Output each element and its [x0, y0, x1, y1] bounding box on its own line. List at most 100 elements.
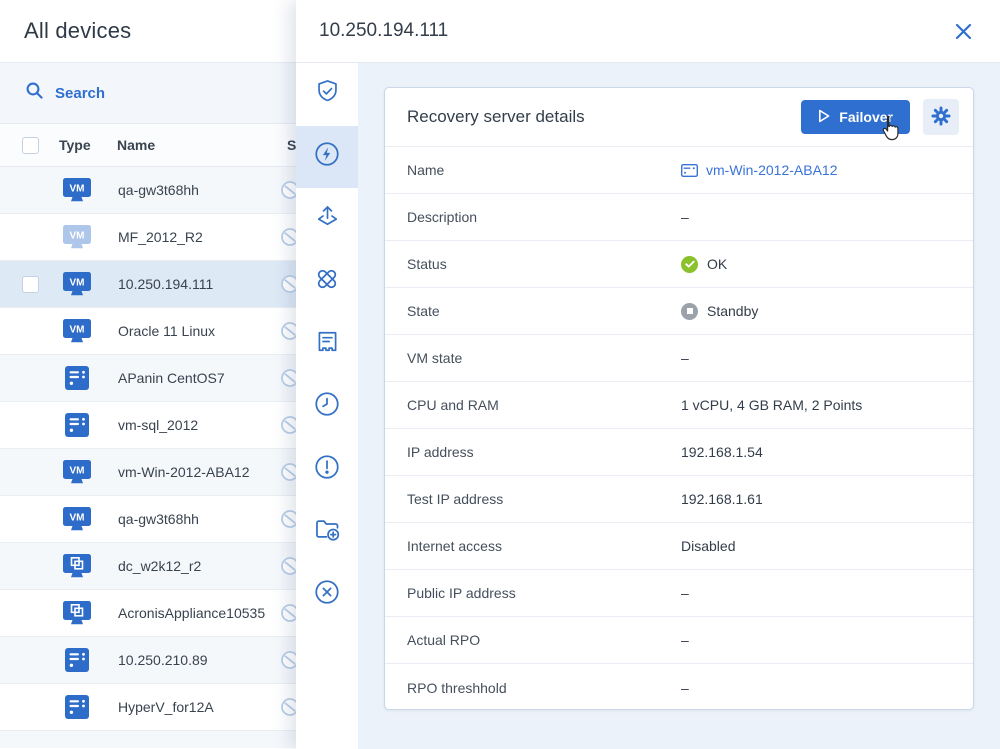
settings-button[interactable]: [923, 99, 959, 135]
field-label: Status: [407, 256, 447, 272]
field-label: Description: [407, 209, 478, 225]
rail-item-crossed-capsules[interactable]: [296, 251, 358, 314]
device-name: HyperV_for12A: [118, 699, 214, 715]
shield-check-icon: [314, 78, 341, 110]
appliance-icon: [60, 553, 94, 579]
field-value: –: [681, 632, 689, 648]
rail-item-alert[interactable]: [296, 438, 358, 501]
vm-icon: VM: [60, 506, 94, 532]
server-icon: [60, 412, 94, 438]
field-value: –: [681, 209, 689, 225]
field-value: –: [681, 679, 689, 696]
field-label: Internet access: [407, 538, 502, 554]
field-rows: Name vm-Win-2012-ABA12 Description – Status O…: [385, 147, 973, 709]
svg-text:VM: VM: [70, 325, 85, 336]
failover-button[interactable]: Failover: [801, 100, 910, 134]
field-value: –: [681, 350, 689, 366]
play-icon: [818, 109, 830, 126]
vm-icon: VM: [60, 318, 94, 344]
status-value: OK: [681, 255, 727, 273]
svg-text:VM: VM: [70, 466, 85, 477]
field-label: Name: [407, 162, 445, 178]
field-row: IP address 192.168.1.54: [385, 429, 973, 476]
rail-item-delete[interactable]: [296, 563, 358, 626]
lightning-icon: [313, 140, 341, 173]
rail-item-recovery[interactable]: [296, 188, 358, 251]
rail-item-lightning[interactable]: [296, 125, 358, 188]
field-row: State Standby: [385, 288, 973, 335]
device-name: Oracle 11 Linux: [118, 323, 216, 339]
field-row: Test IP address 192.168.1.61: [385, 476, 973, 523]
svg-text:VM: VM: [70, 184, 85, 195]
field-label: RPO threshhold: [407, 679, 507, 696]
svg-text:VM: VM: [70, 231, 85, 242]
field-row: Actual RPO –: [385, 617, 973, 664]
server-icon: [60, 647, 94, 673]
field-value: 1 vCPU, 4 GB RAM, 2 Points: [681, 397, 863, 413]
action-rail: [296, 63, 358, 749]
clock-icon: [313, 390, 341, 423]
rail-item-shield-check[interactable]: [296, 63, 358, 126]
search-icon: [25, 81, 44, 105]
field-row: CPU and RAM 1 vCPU, 4 GB RAM, 2 Points: [385, 382, 973, 429]
failover-label: Failover: [839, 109, 893, 125]
field-row: Status OK: [385, 241, 973, 288]
field-value: 192.168.1.54: [681, 444, 763, 460]
plan-document-icon: [314, 328, 341, 360]
device-name: MF_2012_R2: [118, 229, 203, 245]
appliance-icon: [60, 600, 94, 626]
detail-panel-title: 10.250.194.111: [319, 20, 449, 41]
add-folder-icon: [313, 515, 341, 548]
field-label: Public IP address: [407, 585, 516, 601]
rail-item-plan-document[interactable]: [296, 313, 358, 376]
rail-item-add-folder[interactable]: [296, 501, 358, 564]
field-label: Test IP address: [407, 491, 504, 507]
state-value: Standby: [681, 302, 758, 320]
field-label: Actual RPO: [407, 632, 481, 648]
column-header-type: Type: [59, 137, 91, 153]
field-value: Disabled: [681, 538, 736, 554]
vm-icon: VM: [60, 271, 94, 297]
delete-icon: [313, 578, 341, 611]
field-row: Description –: [385, 194, 973, 241]
row-checkbox[interactable]: [22, 275, 39, 293]
detail-panel-header: 10.250.194.111: [296, 0, 1000, 63]
device-name: APanin CentOS7: [118, 370, 225, 386]
field-label: VM state: [407, 350, 463, 366]
search-label: Search: [55, 84, 106, 102]
recovery-server-icon: [681, 163, 698, 177]
field-row: Public IP address –: [385, 570, 973, 617]
svg-text:VM: VM: [70, 278, 85, 289]
crossed-capsules-icon: [313, 265, 341, 298]
field-value: 192.168.1.61: [681, 491, 763, 507]
close-icon[interactable]: [952, 20, 974, 42]
select-all-checkbox[interactable]: [22, 136, 39, 154]
alert-icon: [313, 453, 341, 486]
field-label: State: [407, 303, 440, 319]
device-name: vm-sql_2012: [118, 417, 199, 433]
device-name: 10.250.194.111: [118, 276, 214, 292]
column-header-name: Name: [117, 137, 156, 153]
rail-item-clock[interactable]: [296, 376, 358, 439]
gear-icon: [930, 105, 952, 130]
device-detail-panel: 10.250.194.111 Recovery server details F…: [296, 0, 1000, 749]
recovery-icon: [314, 203, 341, 235]
device-name: qa-gw3t68hh: [118, 511, 199, 527]
vm-icon: VM: [60, 459, 94, 485]
page-title: All devices: [24, 18, 132, 43]
server-icon: [60, 694, 94, 720]
detail-content: Recovery server details Failover Name vm…: [358, 63, 1000, 749]
card-title: Recovery server details: [407, 107, 585, 126]
device-name: 10.250.210.89: [118, 652, 208, 668]
detail-panel-body: Recovery server details Failover Name vm…: [296, 63, 1000, 749]
card-header: Recovery server details Failover: [385, 88, 973, 147]
field-label: CPU and RAM: [407, 397, 499, 413]
svg-text:VM: VM: [70, 513, 85, 524]
standby-status-icon: [681, 302, 698, 320]
field-row: RPO threshhold –: [385, 664, 973, 709]
server-name-link[interactable]: vm-Win-2012-ABA12: [681, 162, 838, 178]
device-name: qa-gw3t68hh: [118, 182, 199, 198]
field-value: –: [681, 585, 689, 601]
device-name: vm-Win-2012-ABA12: [118, 464, 250, 480]
vm-icon: VM: [60, 224, 94, 250]
